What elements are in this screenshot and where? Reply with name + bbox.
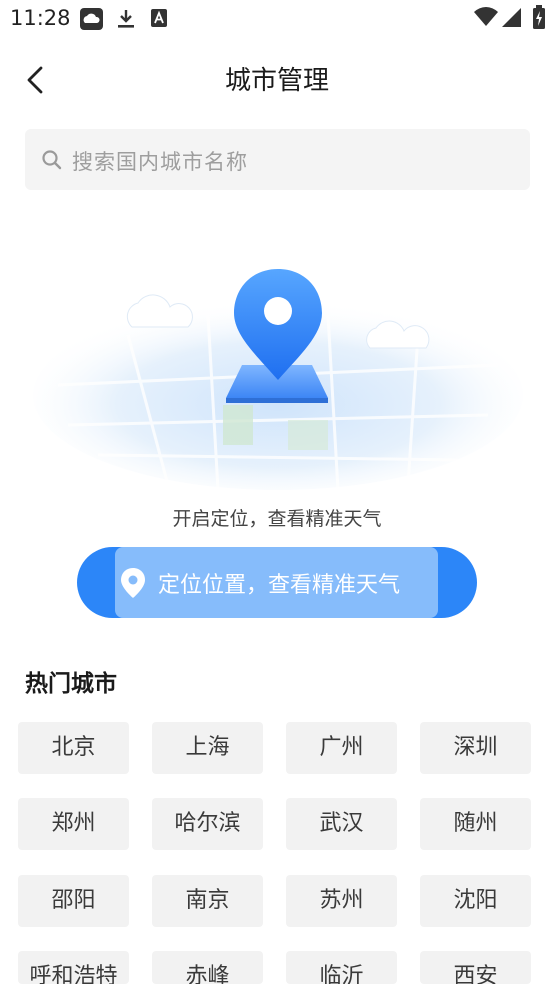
search-input[interactable]: 搜索国内城市名称: [25, 129, 530, 190]
city-chip[interactable]: 郑州: [18, 798, 129, 850]
city-chip[interactable]: 广州: [286, 722, 397, 774]
city-chip[interactable]: 西安: [420, 951, 531, 984]
city-chip[interactable]: 深圳: [420, 722, 531, 774]
wifi-icon: [474, 7, 498, 31]
app-notification-icon: [150, 8, 168, 32]
search-placeholder: 搜索国内城市名称: [72, 150, 248, 174]
location-map-illustration: [28, 255, 528, 495]
enable-location-label: 定位位置，查看精准天气: [158, 573, 401, 598]
city-chip[interactable]: 沈阳: [420, 875, 531, 927]
page-title: 城市管理: [224, 66, 329, 96]
location-caption: 开启定位，查看精准天气: [172, 508, 382, 530]
location-pin-icon: [120, 567, 146, 603]
city-chip[interactable]: 临沂: [286, 951, 397, 984]
enable-location-button[interactable]: 定位位置，查看精准天气: [77, 547, 477, 618]
city-chip[interactable]: 赤峰: [152, 951, 263, 984]
battery-charging-icon: [533, 5, 545, 33]
search-icon: [41, 149, 63, 175]
download-icon: [116, 8, 136, 34]
city-chip[interactable]: 呼和浩特: [18, 951, 129, 984]
city-chip[interactable]: 哈尔滨: [152, 798, 263, 850]
city-chip[interactable]: 南京: [152, 875, 263, 927]
status-time: 11:28: [10, 6, 71, 30]
status-bar: 11:28: [0, 0, 554, 38]
weather-notification-icon: [80, 8, 103, 34]
city-chip[interactable]: 苏州: [286, 875, 397, 927]
city-chip[interactable]: 邵阳: [18, 875, 129, 927]
city-chip[interactable]: 北京: [18, 722, 129, 774]
hot-cities-title: 热门城市: [25, 671, 117, 697]
city-chip[interactable]: 上海: [152, 722, 263, 774]
city-chip[interactable]: 武汉: [286, 798, 397, 850]
city-chip[interactable]: 随州: [420, 798, 531, 850]
signal-icon: [502, 8, 521, 31]
